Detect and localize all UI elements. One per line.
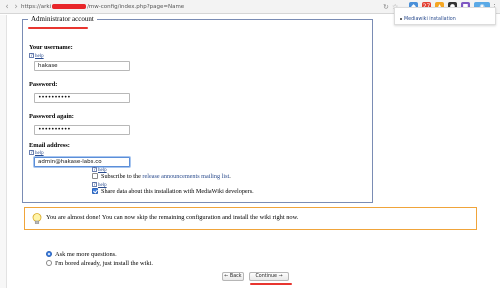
address-bar[interactable]: https://arki/mw-config/index.php?page=Na… xyxy=(21,2,283,12)
password-label: Password: xyxy=(29,81,58,88)
help-icon: ? xyxy=(92,182,97,187)
help-icon: ? xyxy=(92,167,97,172)
dropdown-item-mediawiki-installation[interactable]: Mediawiki installation xyxy=(404,17,456,22)
username-input[interactable]: hakase xyxy=(34,61,130,71)
password-again-input[interactable]: •••••••••• xyxy=(34,125,130,135)
ask-more-radio[interactable] xyxy=(46,251,52,257)
share-data-checkbox[interactable] xyxy=(92,188,98,194)
subscribe-checkbox[interactable] xyxy=(92,173,98,179)
url-prefix: https://arki xyxy=(21,4,52,10)
url-redaction xyxy=(52,4,87,9)
left-gutter xyxy=(0,15,7,288)
help-icon: ? xyxy=(29,53,34,58)
continue-button[interactable]: Continue → xyxy=(249,272,289,281)
username-help-link[interactable]: ? help xyxy=(29,53,44,59)
page-menu-dropdown: Mediawiki installation xyxy=(394,7,496,25)
ask-more-option[interactable]: Ask me more questions. xyxy=(46,251,117,259)
subscribe-option[interactable]: Subscribe to the release announcements m… xyxy=(92,173,231,181)
forward-nav-icon[interactable]: › xyxy=(11,1,21,13)
fieldset-legend: Administrator account xyxy=(28,14,97,24)
email-help-link[interactable]: ? help xyxy=(29,150,44,156)
username-label: Your username: xyxy=(29,44,73,51)
password-again-label: Password again: xyxy=(29,113,74,120)
reload-icon[interactable]: ↻ xyxy=(383,2,389,12)
password-input[interactable]: •••••••••• xyxy=(34,93,130,103)
help-icon: ? xyxy=(29,150,34,155)
mailing-list-link[interactable]: release announcements mailing list xyxy=(142,173,229,180)
back-button[interactable]: ← Back xyxy=(222,272,244,281)
email-label: Email address: xyxy=(29,142,70,149)
install-now-radio[interactable] xyxy=(46,260,52,266)
bullet-icon xyxy=(400,18,402,20)
annotation-underline xyxy=(28,27,88,29)
ask-more-label: Ask me more questions. xyxy=(55,251,117,258)
notice-text: You are almost done! You can now skip th… xyxy=(46,214,299,221)
share-data-label: Share data about this installation with … xyxy=(101,188,254,195)
share-data-option[interactable]: Share data about this installation with … xyxy=(92,188,254,196)
annotation-underline xyxy=(250,283,292,285)
lightbulb-icon xyxy=(32,213,42,224)
install-now-label: I'm bored already, just install the wiki… xyxy=(55,260,153,267)
subscribe-suffix: . xyxy=(229,173,231,180)
almost-done-notice: You are almost done! You can now skip th… xyxy=(24,207,477,230)
subscribe-prefix: Subscribe to the xyxy=(101,173,143,180)
install-now-option[interactable]: I'm bored already, just install the wiki… xyxy=(46,260,153,268)
email-input[interactable]: admin@hakase-labs.co xyxy=(34,157,130,167)
url-suffix: /mw-config/index.php?page=Name xyxy=(87,4,185,10)
